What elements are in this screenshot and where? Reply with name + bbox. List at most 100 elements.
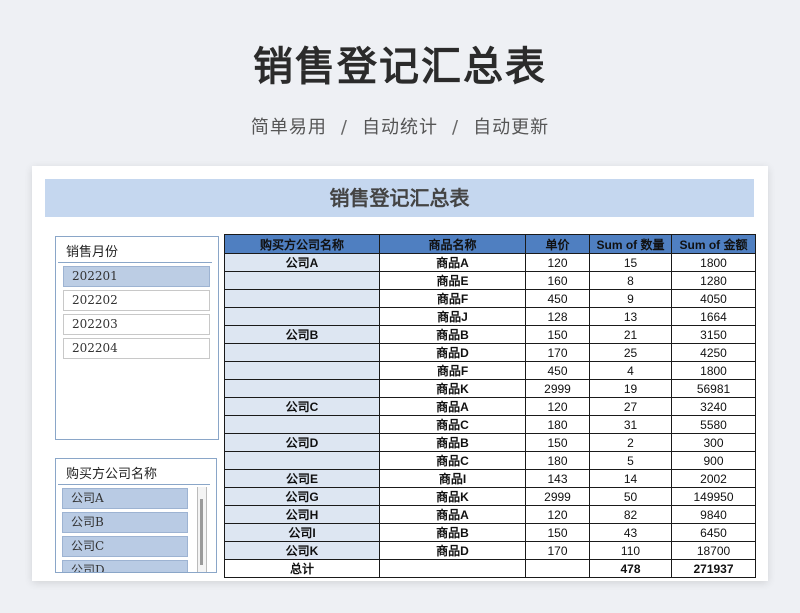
cell-unit-price[interactable]: 143 xyxy=(525,469,590,488)
cell-amount[interactable]: 1280 xyxy=(671,271,756,290)
cell-unit-price[interactable]: 170 xyxy=(525,343,590,362)
cell-quantity[interactable]: 21 xyxy=(589,325,672,344)
cell-product[interactable]: 商品D xyxy=(379,343,526,362)
cell-amount[interactable]: 5580 xyxy=(671,415,756,434)
cell-company[interactable] xyxy=(224,289,380,308)
cell-company[interactable] xyxy=(224,451,380,470)
cell-quantity[interactable]: 82 xyxy=(589,505,672,524)
cell-company[interactable]: 公司G xyxy=(224,487,380,506)
cell-unit-price[interactable]: 160 xyxy=(525,271,590,290)
cell-product[interactable]: 商品I xyxy=(379,469,526,488)
slicer-item-month[interactable]: 202203 xyxy=(63,314,210,335)
slicer-scrollbar[interactable] xyxy=(197,487,207,572)
cell-amount[interactable]: 4250 xyxy=(671,343,756,362)
cell-product[interactable]: 商品B xyxy=(379,433,526,452)
cell-amount[interactable]: 1800 xyxy=(671,361,756,380)
cell-company[interactable] xyxy=(224,271,380,290)
cell-product[interactable]: 商品F xyxy=(379,361,526,380)
cell-unit-price[interactable]: 170 xyxy=(525,541,590,560)
slicer-item-company[interactable]: 公司A xyxy=(62,488,188,509)
cell-unit-price[interactable]: 120 xyxy=(525,397,590,416)
cell-product[interactable]: 商品E xyxy=(379,271,526,290)
header-sum-amount[interactable]: Sum of 金额 xyxy=(671,234,756,254)
cell-quantity[interactable]: 8 xyxy=(589,271,672,290)
total-cell-amount[interactable]: 271937 xyxy=(671,559,756,578)
total-cell-company[interactable]: 总计 xyxy=(224,559,380,578)
cell-amount[interactable]: 56981 xyxy=(671,379,756,398)
cell-quantity[interactable]: 31 xyxy=(589,415,672,434)
slicer-item-company[interactable]: 公司B xyxy=(62,512,188,533)
slicer-item-month[interactable]: 202201 xyxy=(63,266,210,287)
cell-company[interactable]: 公司I xyxy=(224,523,380,542)
cell-product[interactable]: 商品D xyxy=(379,541,526,560)
cell-amount[interactable]: 300 xyxy=(671,433,756,452)
cell-unit-price[interactable]: 180 xyxy=(525,415,590,434)
cell-amount[interactable]: 3150 xyxy=(671,325,756,344)
cell-amount[interactable]: 2002 xyxy=(671,469,756,488)
cell-unit-price[interactable]: 150 xyxy=(525,523,590,542)
slicer-item-company[interactable]: 公司D xyxy=(62,560,188,572)
cell-product[interactable]: 商品K xyxy=(379,379,526,398)
cell-product[interactable]: 商品C xyxy=(379,415,526,434)
cell-quantity[interactable]: 43 xyxy=(589,523,672,542)
cell-quantity[interactable]: 15 xyxy=(589,253,672,272)
cell-company[interactable] xyxy=(224,379,380,398)
cell-amount[interactable]: 900 xyxy=(671,451,756,470)
cell-company[interactable]: 公司B xyxy=(224,325,380,344)
cell-amount[interactable]: 9840 xyxy=(671,505,756,524)
cell-product[interactable]: 商品A xyxy=(379,505,526,524)
cell-amount[interactable]: 149950 xyxy=(671,487,756,506)
cell-unit-price[interactable]: 128 xyxy=(525,307,590,326)
cell-product[interactable]: 商品J xyxy=(379,307,526,326)
cell-product[interactable]: 商品B xyxy=(379,325,526,344)
cell-unit-price[interactable]: 180 xyxy=(525,451,590,470)
slicer-item-month[interactable]: 202204 xyxy=(63,338,210,359)
header-unit-price[interactable]: 单价 xyxy=(525,234,590,254)
cell-quantity[interactable]: 4 xyxy=(589,361,672,380)
cell-company[interactable]: 公司H xyxy=(224,505,380,524)
slicer-item-month[interactable]: 202202 xyxy=(63,290,210,311)
cell-product[interactable]: 商品F xyxy=(379,289,526,308)
cell-quantity[interactable]: 5 xyxy=(589,451,672,470)
cell-company[interactable]: 公司D xyxy=(224,433,380,452)
cell-quantity[interactable]: 19 xyxy=(589,379,672,398)
total-cell-unit-price[interactable] xyxy=(525,559,590,578)
header-company[interactable]: 购买方公司名称 xyxy=(224,234,380,254)
cell-unit-price[interactable]: 150 xyxy=(525,325,590,344)
cell-quantity[interactable]: 2 xyxy=(589,433,672,452)
cell-quantity[interactable]: 25 xyxy=(589,343,672,362)
cell-unit-price[interactable]: 120 xyxy=(525,253,590,272)
cell-company[interactable]: 公司C xyxy=(224,397,380,416)
cell-amount[interactable]: 4050 xyxy=(671,289,756,308)
cell-quantity[interactable]: 50 xyxy=(589,487,672,506)
cell-amount[interactable]: 1800 xyxy=(671,253,756,272)
cell-product[interactable]: 商品B xyxy=(379,523,526,542)
cell-unit-price[interactable]: 450 xyxy=(525,361,590,380)
cell-amount[interactable]: 18700 xyxy=(671,541,756,560)
cell-product[interactable]: 商品A xyxy=(379,397,526,416)
cell-company[interactable] xyxy=(224,415,380,434)
cell-amount[interactable]: 3240 xyxy=(671,397,756,416)
cell-unit-price[interactable]: 2999 xyxy=(525,487,590,506)
cell-company[interactable] xyxy=(224,307,380,326)
cell-company[interactable]: 公司E xyxy=(224,469,380,488)
total-cell-quantity[interactable]: 478 xyxy=(589,559,672,578)
cell-quantity[interactable]: 13 xyxy=(589,307,672,326)
cell-unit-price[interactable]: 120 xyxy=(525,505,590,524)
cell-quantity[interactable]: 110 xyxy=(589,541,672,560)
cell-company[interactable]: 公司K xyxy=(224,541,380,560)
cell-product[interactable]: 商品A xyxy=(379,253,526,272)
cell-company[interactable]: 公司A xyxy=(224,253,380,272)
scrollbar-thumb[interactable] xyxy=(200,499,203,565)
total-cell-product[interactable] xyxy=(379,559,526,578)
cell-quantity[interactable]: 27 xyxy=(589,397,672,416)
header-product[interactable]: 商品名称 xyxy=(379,234,526,254)
cell-unit-price[interactable]: 450 xyxy=(525,289,590,308)
cell-unit-price[interactable]: 150 xyxy=(525,433,590,452)
cell-product[interactable]: 商品K xyxy=(379,487,526,506)
cell-quantity[interactable]: 9 xyxy=(589,289,672,308)
cell-amount[interactable]: 6450 xyxy=(671,523,756,542)
cell-quantity[interactable]: 14 xyxy=(589,469,672,488)
cell-company[interactable] xyxy=(224,361,380,380)
slicer-item-company[interactable]: 公司C xyxy=(62,536,188,557)
